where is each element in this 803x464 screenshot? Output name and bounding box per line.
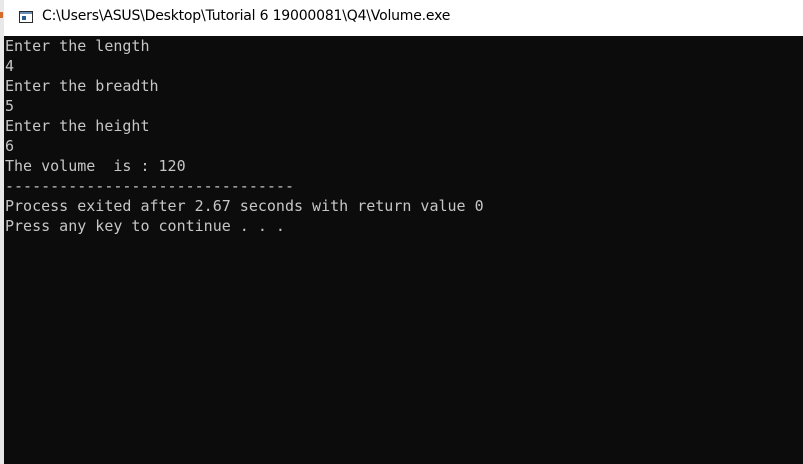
console-app-icon-screen <box>22 16 26 20</box>
console-app-icon[interactable] <box>19 11 33 23</box>
console-line-result: The volume is : 120 <box>5 157 186 175</box>
window-title: C:\Users\ASUS\Desktop\Tutorial 6 1900008… <box>42 8 451 24</box>
title-bar[interactable]: C:\Users\ASUS\Desktop\Tutorial 6 1900008… <box>4 0 803 36</box>
console-output[interactable]: Enter the length 4 Enter the breadth 5 E… <box>4 36 803 464</box>
console-line-separator: -------------------------------- <box>5 177 294 195</box>
console-line-prompt-breadth: Enter the breadth <box>5 77 159 95</box>
console-line-prompt-length: Enter the length <box>5 37 150 55</box>
console-line-prompt-height: Enter the height <box>5 117 150 135</box>
console-line-input-breadth: 5 <box>5 97 15 115</box>
background-window-mark <box>0 12 3 18</box>
console-line-process-exit: Process exited after 2.67 seconds with r… <box>5 197 484 215</box>
console-line-continue-prompt: Press any key to continue . . . <box>5 217 285 235</box>
console-window: C:\Users\ASUS\Desktop\Tutorial 6 1900008… <box>0 0 803 464</box>
console-line-input-height: 6 <box>5 137 15 155</box>
console-app-icon-bar <box>20 12 32 14</box>
console-line-input-length: 4 <box>5 57 15 75</box>
